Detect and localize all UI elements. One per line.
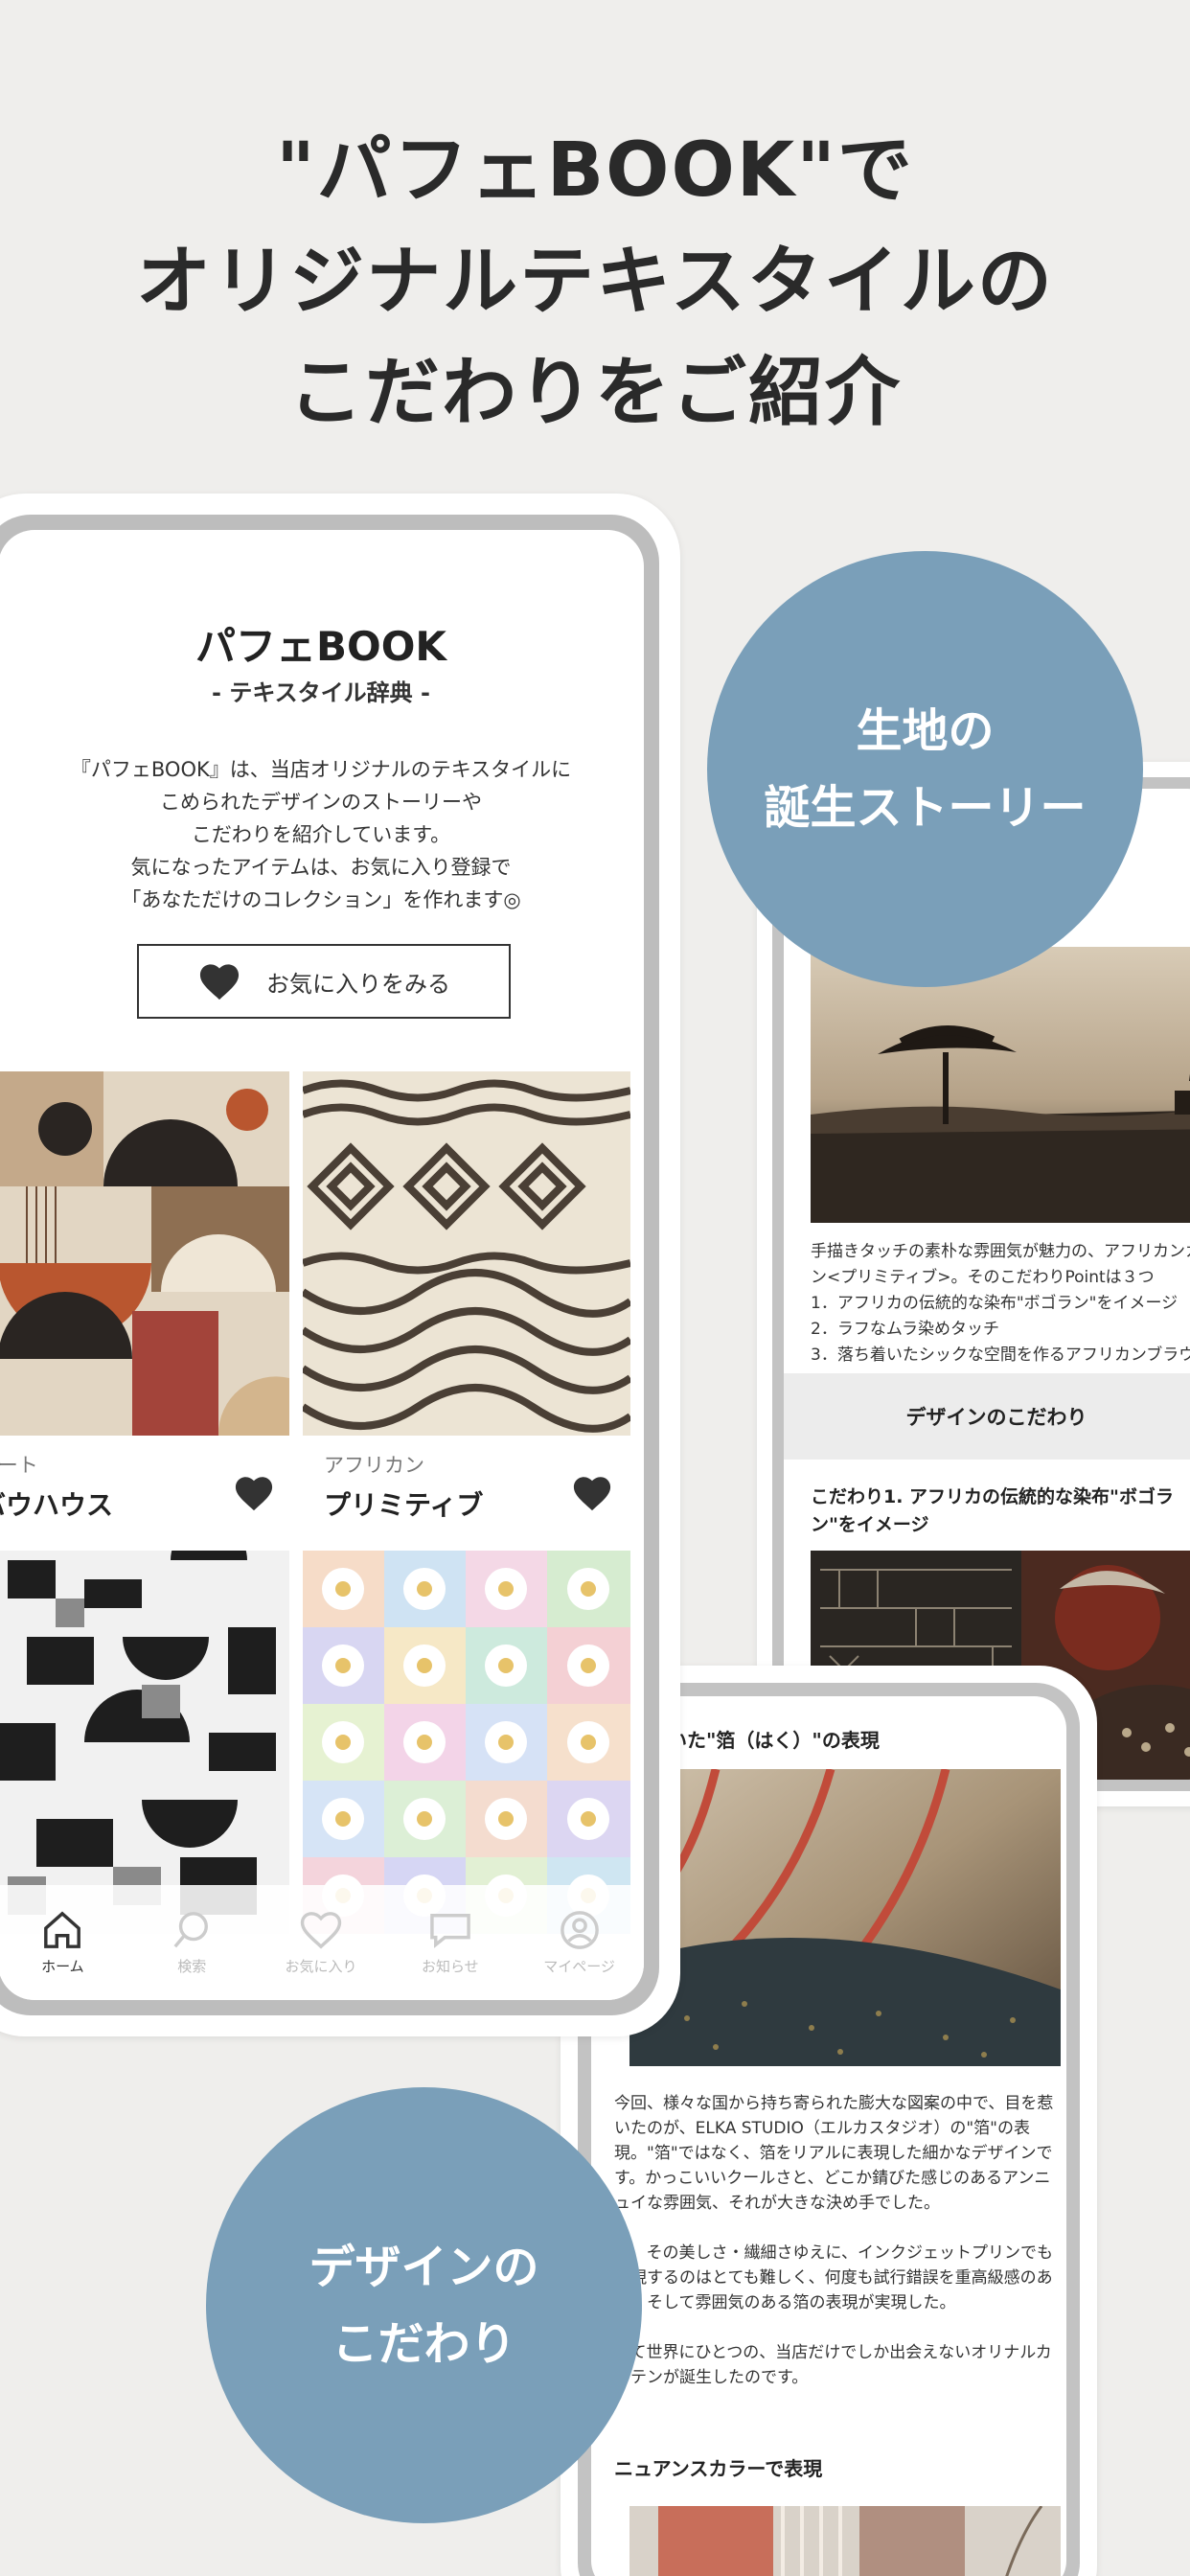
headline-line-1: "パフェBOOK"で (276, 127, 914, 214)
design-paragraph: して世界にひとつの、当店だけでしか出会えないオリナルカーテンが誕生したのです。 (614, 2343, 1052, 2387)
item-category: アート (0, 1454, 38, 1477)
description-line: 『パフェBOOK』は、当店オリジナルのテキスタイルに (70, 758, 572, 781)
app-subtitle: - テキスタイル辞典 - (212, 679, 430, 706)
chat-icon (429, 1913, 470, 1948)
design-badge-line-2: こだわり (332, 2316, 516, 2371)
design-paragraph: 今回、様々な国から持ち寄られた膨大な図案の中で、目を惹いたのが、ELKA STU… (614, 2094, 1054, 2213)
headline-line-2: オリジナルテキスタイルの (136, 239, 1054, 325)
view-favorites-label: お気に入りをみる (266, 970, 450, 998)
foil-fabric-photo (629, 1769, 1061, 2066)
item-name: バウハウス (0, 1489, 114, 1521)
view-favorites-button[interactable]: お気に入りをみる (137, 944, 511, 1019)
grid-item-bauhaus[interactable]: アート バウハウス (0, 1450, 113, 1523)
tab-label: マイページ (543, 1957, 615, 1975)
story-badge-line-1: 生地の (856, 703, 995, 758)
flower-textile-image[interactable] (303, 1551, 630, 1934)
headline-line-3: こだわりをご紹介 (287, 350, 902, 436)
home-icon (44, 1911, 81, 1948)
description-line: 気になったアイテムは、お気に入り登録で (130, 856, 512, 879)
primitive-textile-image[interactable] (303, 1071, 630, 1436)
bauhaus-textile-image[interactable] (0, 1071, 289, 1436)
description-line: 「あなただけのコレクション」を作れます◎ (121, 888, 521, 911)
favorite-heart-icon[interactable] (233, 1474, 275, 1512)
design-subheading: ニュアンスカラーで表現 (614, 2457, 823, 2480)
tab-label: ホーム (41, 1957, 84, 1975)
story-heading: こだわり1. アフリカの伝統的な染布"ボゴラン"をイメージ (811, 1486, 1174, 1535)
description-line: こめられたデザインのストーリーや (160, 791, 482, 814)
design-body: 今回、様々な国から持ち寄られた膨大な図案の中で、目を惹いたのが、ELKA STU… (614, 2091, 1055, 2415)
story-description: 手描きタッチの素朴な雰囲気が魅力の、アフリカンカー ン<プリミティブ>。そのこだ… (811, 1239, 1190, 1368)
design-paragraph: だ、その美しさ・繊細さゆえに、インクジェットプリンでも表現するのはとても難しく、… (614, 2243, 1053, 2312)
favorite-heart-icon[interactable] (571, 1474, 613, 1512)
story-line: 手描きタッチの素朴な雰囲気が魅力の、アフリカンカー (811, 1242, 1190, 1261)
heart-icon (199, 964, 240, 1000)
home-screen: パフェBOOK - テキスタイル辞典 - 『パフェBOOK』は、当店オリジナルの… (0, 530, 644, 2000)
monochrome-textile-image[interactable] (0, 1551, 289, 1934)
story-line: 1．アフリカの伝統的な染布"ボゴラン"をイメージ (811, 1294, 1179, 1313)
tab-home[interactable]: ホーム (0, 1885, 127, 2000)
search-icon (173, 1911, 209, 1947)
nuance-fabric-photo (629, 2506, 1061, 2576)
section-title-band: デザインのこだわり (784, 1373, 1190, 1460)
grid-item-primitive[interactable]: アフリカン プリミティブ (324, 1450, 483, 1523)
design-badge: デザインの こだわり (206, 2087, 642, 2523)
item-category: アフリカン (324, 1454, 424, 1477)
tab-label: お知らせ (421, 1957, 479, 1975)
home-phone-mockup: パフェBOOK - テキスタイル辞典 - 『パフェBOOK』は、当店オリジナルの… (0, 494, 680, 2036)
tab-mypage[interactable]: マイページ (515, 1885, 644, 2000)
app-description: 『パフェBOOK』は、当店オリジナルのテキスタイルに こめられたデザインのストー… (36, 753, 606, 916)
design-badge-line-1: デザインの (309, 2240, 539, 2294)
story-line: 3．落ち着いたシックな空間を作るアフリカンブラウン (811, 1346, 1190, 1365)
bottom-tab-bar: ホーム 検索 お気に入り お知らせ マイページ (0, 1885, 644, 2000)
app-title: パフェBOOK (195, 623, 446, 670)
heart-icon (300, 1911, 342, 1949)
tab-label: 検索 (177, 1957, 207, 1975)
story-line: ン<プリミティブ>。そのこだわりPointは３つ (811, 1268, 1155, 1287)
story-line: 2．ラフなムラ染めタッチ (811, 1320, 999, 1339)
story-badge-line-2: 誕生ストーリー (764, 780, 1087, 835)
tab-search[interactable]: 検索 (127, 1885, 257, 2000)
page-headline: "パフェBOOK"で オリジナルテキスタイルの こだわりをご紹介 (0, 115, 1190, 448)
tab-favorites[interactable]: お気に入り (257, 1885, 386, 2000)
tab-notifications[interactable]: お知らせ (385, 1885, 515, 2000)
user-icon (560, 1910, 599, 1949)
story-badge: 生地の 誕生ストーリー (707, 551, 1143, 987)
item-name: プリミティブ (324, 1489, 484, 1521)
description-line: こだわりを紹介しています。 (191, 823, 451, 846)
savanna-photo (811, 947, 1190, 1223)
tab-label: お気に入り (285, 1957, 357, 1975)
